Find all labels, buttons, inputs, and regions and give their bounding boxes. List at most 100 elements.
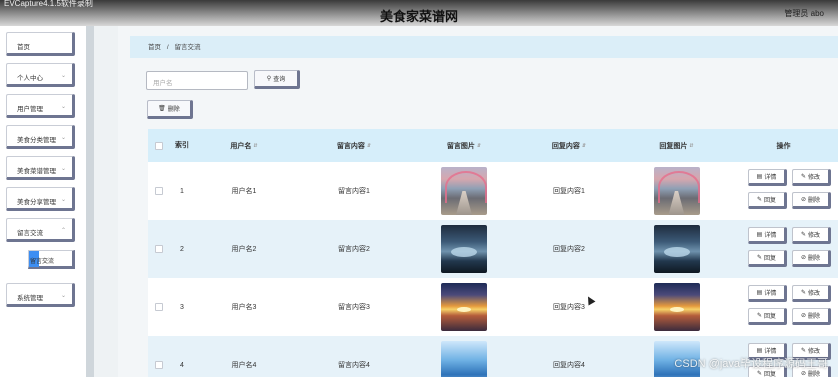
edit-button[interactable]: ✎ 修改 (792, 227, 831, 244)
sidebar-item-recipes[interactable]: 美食菜谱管理 ⌄ (6, 156, 75, 180)
breadcrumb: 首页 / 留言交流 (130, 36, 838, 58)
sidebar-item-label: 美食菜谱管理 (17, 168, 56, 175)
header-message-label: 留言内容 (336, 142, 365, 150)
cell-message-image (414, 278, 514, 336)
header-reply-image-label: 回复图片 (659, 142, 688, 150)
row-checkbox-cell (148, 220, 170, 278)
reply-label: 回复 (764, 314, 777, 320)
edit-label: 修改 (808, 175, 821, 181)
reply-button[interactable]: ✎ 回复 (748, 250, 787, 267)
row-checkbox[interactable] (155, 303, 163, 311)
message-image[interactable] (441, 225, 487, 273)
detail-button[interactable]: ▤ 详情 (748, 227, 787, 244)
chevron-down-icon: ⌄ (60, 104, 66, 110)
reply-icon: ✎ (756, 197, 762, 203)
cell-actions: ▤ 详情 ✎ 修改 ✎ 回复 ⊘ 删除 (748, 278, 838, 336)
detail-button[interactable]: ▤ 详情 (748, 285, 787, 302)
reply-button[interactable]: ✎ 回复 (748, 192, 787, 209)
reply-label: 回复 (764, 256, 777, 262)
row-checkbox[interactable] (155, 245, 163, 253)
message-image[interactable] (441, 167, 487, 215)
detail-icon: ▤ (756, 174, 763, 180)
edit-button[interactable]: ✎ 修改 (792, 285, 831, 302)
search-button[interactable]: ⚲ 查询 (254, 70, 300, 89)
chevron-down-icon: ⌄ (60, 197, 66, 203)
site-title: 美食家菜谱网 (379, 9, 458, 24)
sidebar-item-food-category[interactable]: 美食分类管理 ⌄ (6, 125, 75, 149)
row-checkbox-cell (148, 336, 170, 377)
chevron-down-icon: ⌄ (60, 73, 66, 79)
detail-icon: ▤ (756, 232, 763, 238)
select-all-checkbox[interactable] (155, 141, 163, 150)
sidebar-item-label: 美食分类管理 (17, 137, 56, 144)
search-input[interactable]: 用户名 (146, 71, 248, 90)
row-checkbox[interactable] (155, 187, 163, 195)
user-label[interactable]: 管理员 abo (784, 8, 824, 19)
cell-message: 留言内容4 (338, 362, 370, 369)
search-icon: ⚲ (266, 76, 272, 82)
sidebar-scrollbar[interactable] (86, 26, 94, 377)
table-row: 3 用户名3 留言内容3 回复内容3 ▤ 详情 ✎ 修改 ✎ 回复 ⊘ 删除 (148, 278, 838, 336)
delete-label: 删除 (808, 314, 821, 320)
reply-image[interactable] (653, 167, 700, 215)
delete-label: 删除 (808, 198, 821, 204)
sidebar-item-home[interactable]: 首页 (6, 32, 75, 56)
sidebar-item-label: 系统管理 (17, 295, 43, 302)
cell-actions: ▤ 详情 ✎ 修改 ✎ 回复 ⊘ 删除 (748, 162, 838, 220)
header-message-image[interactable]: 留言图片 ⇵ (414, 129, 514, 162)
cell-index: 1 (180, 187, 184, 195)
reply-image[interactable] (653, 225, 700, 273)
delete-button[interactable]: ⊘ 删除 (792, 308, 831, 325)
watermark: CSDN @java毕设程序源码王哥 (674, 358, 828, 370)
chevron-up-icon: ⌃ (60, 228, 66, 234)
cell-reply-image (624, 162, 729, 220)
cell-message: 留言内容3 (338, 304, 370, 311)
detail-label: 详情 (764, 291, 777, 297)
cell-message-image (414, 336, 514, 377)
header-reply-image[interactable]: 回复图片 ⇵ (624, 129, 729, 162)
sidebar-item-system[interactable]: 系统管理 ⌄ (6, 283, 75, 307)
select-all-cell (148, 129, 170, 162)
sidebar-subitem-label: 留言交流 (30, 259, 55, 265)
header-message-image-label: 留言图片 (446, 142, 475, 150)
cell-message-image (414, 162, 514, 220)
header-username[interactable]: 用户名 ⇵ (194, 129, 294, 162)
detail-icon: ▤ (756, 290, 763, 296)
cell-username: 用户名2 (231, 246, 257, 253)
sort-icon: ⇵ (366, 142, 372, 149)
delete-icon: ⊘ (800, 371, 806, 377)
cell-index: 3 (180, 303, 184, 311)
sidebar-subitem-messages[interactable]: 留言交流 (28, 250, 75, 269)
reply-button[interactable]: ✎ 回复 (748, 308, 787, 325)
reply-label: 回复 (764, 198, 777, 204)
batch-delete-button[interactable]: 🗑 删除 (147, 100, 193, 119)
cell-username: 用户名4 (231, 362, 257, 369)
sidebar-item-food-share[interactable]: 美食分享管理 ⌄ (6, 187, 75, 211)
cell-reply-image (624, 278, 729, 336)
header-message[interactable]: 留言内容 ⇵ (294, 129, 414, 162)
detail-button[interactable]: ▤ 详情 (748, 169, 787, 186)
reply-image[interactable] (653, 283, 700, 331)
breadcrumb-separator: / (166, 44, 169, 51)
message-image[interactable] (441, 283, 487, 331)
message-image[interactable] (441, 341, 487, 377)
cell-message: 留言内容1 (338, 188, 370, 195)
header-actions: 操作 (776, 142, 791, 150)
delete-button[interactable]: ⊘ 删除 (792, 192, 831, 209)
edit-button[interactable]: ✎ 修改 (792, 169, 831, 186)
sidebar-item-users[interactable]: 用户管理 ⌄ (6, 94, 75, 118)
reply-icon: ✎ (756, 371, 762, 377)
delete-icon: ⊘ (800, 255, 806, 261)
chevron-down-icon: ⌄ (60, 135, 66, 141)
sidebar-item-profile[interactable]: 个人中心 ⌄ (6, 63, 75, 87)
breadcrumb-home[interactable]: 首页 (148, 44, 161, 51)
top-bar: EVCapture4.1.5软件录制 美食家菜谱网 管理员 abo (0, 0, 838, 26)
delete-button[interactable]: ⊘ 删除 (792, 250, 831, 267)
header-reply[interactable]: 回复内容 ⇵ (514, 129, 624, 162)
edit-icon: ✎ (800, 348, 806, 354)
row-checkbox[interactable] (155, 361, 163, 369)
delete-button-label: 删除 (167, 107, 180, 113)
search-button-label: 查询 (273, 77, 286, 83)
sidebar-item-messages[interactable]: 留言交流 ⌃ (6, 218, 75, 242)
row-checkbox-cell (148, 162, 170, 220)
